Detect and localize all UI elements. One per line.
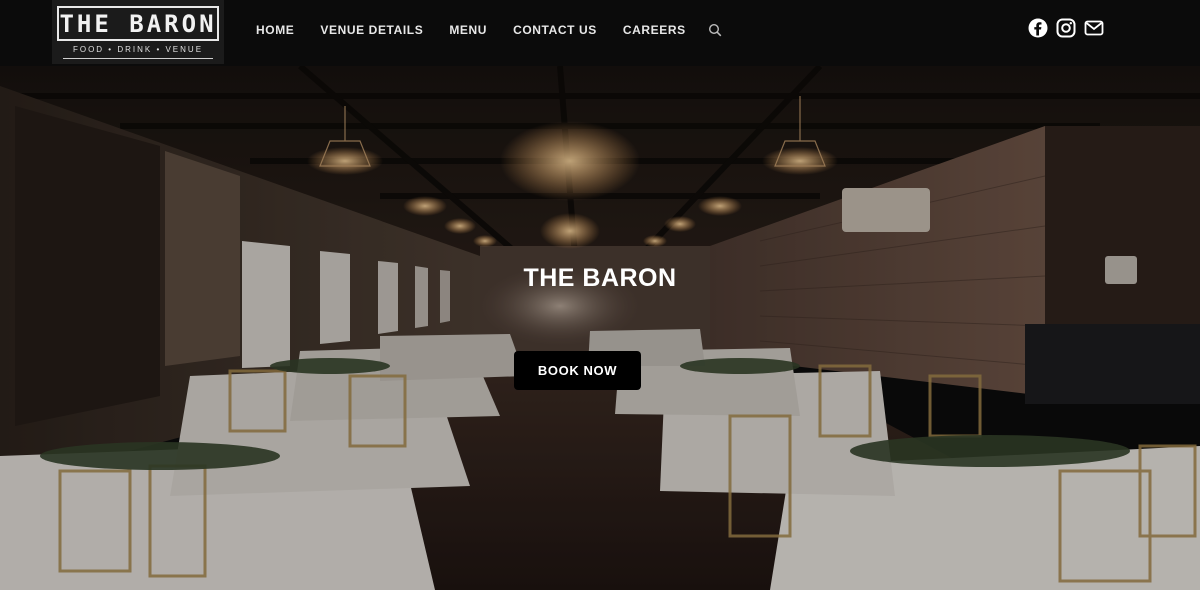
book-now-button[interactable]: BOOK NOW [514, 351, 641, 390]
social-links [1028, 18, 1104, 38]
search-icon[interactable] [708, 23, 722, 37]
nav-contact-us[interactable]: CONTACT US [513, 23, 597, 37]
site-header: THE BARON FOOD • DRINK • VENUE HOME VENU… [0, 0, 1200, 66]
main-nav: HOME VENUE DETAILS MENU CONTACT US CAREE… [256, 0, 722, 60]
nav-venue-details[interactable]: VENUE DETAILS [320, 23, 423, 37]
nav-careers[interactable]: CAREERS [623, 23, 686, 37]
email-icon[interactable] [1084, 18, 1104, 38]
nav-home[interactable]: HOME [256, 23, 294, 37]
site-logo[interactable]: THE BARON FOOD • DRINK • VENUE [52, 0, 224, 64]
logo-title: THE BARON [59, 9, 217, 38]
hero-section: THE BARON BOOK NOW [0, 66, 1200, 590]
facebook-icon[interactable] [1028, 18, 1048, 38]
logo-divider [63, 58, 213, 59]
logo-tagline: FOOD • DRINK • VENUE [72, 45, 204, 54]
hero-title: THE BARON [523, 264, 677, 292]
logo-frame: THE BARON [57, 6, 219, 41]
hero-overlay [0, 66, 1200, 590]
nav-menu[interactable]: MENU [449, 23, 487, 37]
instagram-icon[interactable] [1056, 18, 1076, 38]
